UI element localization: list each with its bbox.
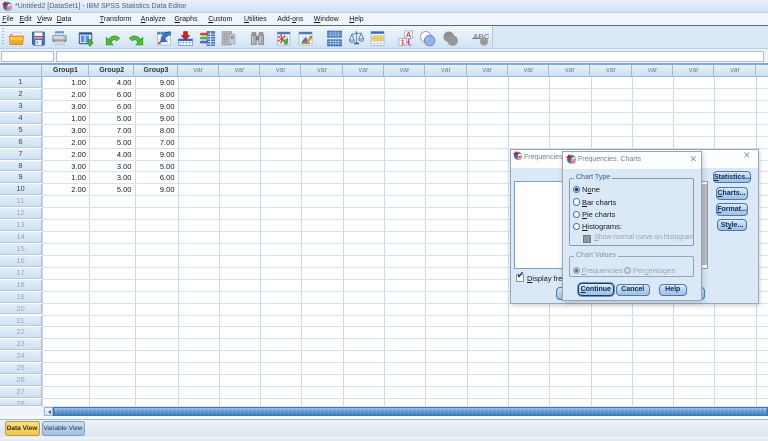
svg-text:1: 1 [400,40,404,47]
